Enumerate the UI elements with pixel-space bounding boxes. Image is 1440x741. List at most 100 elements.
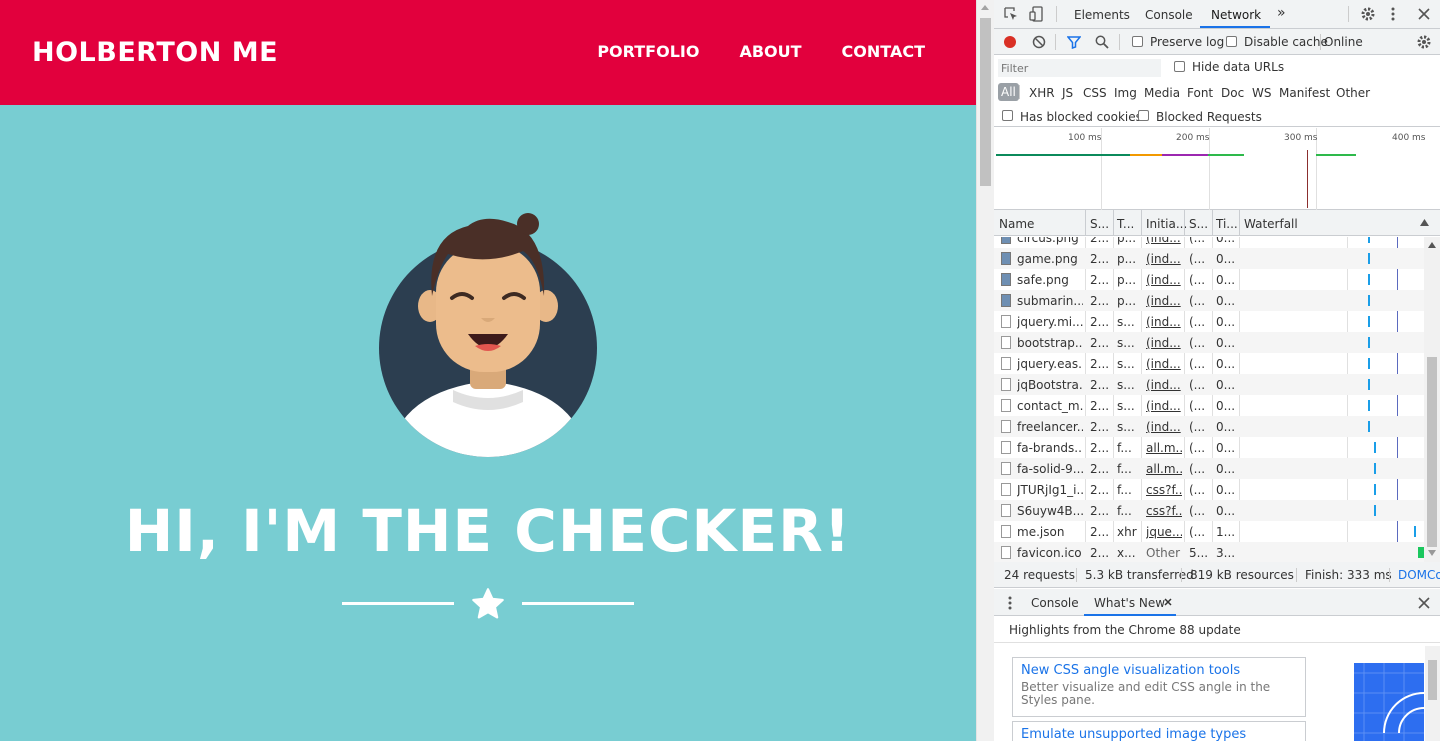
request-row[interactable]: safe.png 2... p... (ind... (... 0... [994,269,1424,290]
scroll-up-arrow-icon[interactable] [981,5,989,10]
clear-icon[interactable] [1032,35,1046,49]
search-icon[interactable] [1095,35,1109,49]
close-drawer-icon[interactable] [1418,597,1430,609]
request-row[interactable]: S6uyw4B... 2... f... css?f... (... 0... [994,500,1424,521]
nav-link-portfolio[interactable]: PORTFOLIO [597,42,699,61]
request-initiator[interactable]: css?f... [1146,483,1182,497]
whats-new-card[interactable]: New CSS angle visualization tools Better… [1012,657,1306,717]
col-time[interactable]: Ti... [1216,217,1238,231]
request-initiator[interactable]: jque... [1146,525,1182,539]
tab-elements[interactable]: Elements [1074,8,1130,22]
type-filter-media[interactable]: Media [1144,86,1180,100]
type-filter-all[interactable]: All [998,83,1019,101]
request-row[interactable]: jquery.eas... 2... s... (ind... (... 0... [994,353,1424,374]
request-name[interactable]: freelancer.... [1017,420,1083,434]
request-initiator[interactable]: (ind... [1146,399,1182,413]
request-row[interactable]: me.json 2... xhr jque... (... 1... [994,521,1424,542]
timeline-overview[interactable]: 100 ms 200 ms 300 ms 400 ms [994,128,1440,210]
settings-gear-icon[interactable] [1360,6,1376,22]
request-row[interactable]: fa-brands... 2... f... all.m... (... 0... [994,437,1424,458]
page-scrollbar[interactable] [976,0,994,741]
scroll-down-arrow-icon[interactable] [1428,550,1436,556]
drawer-menu-icon[interactable] [1008,596,1012,610]
request-initiator[interactable]: (ind... [1146,336,1182,350]
type-filter-ws[interactable]: WS [1252,86,1271,100]
request-row[interactable]: fa-solid-9... 2... f... all.m... (... 0... [994,458,1424,479]
request-row[interactable]: game.png 2... p... (ind... (... 0... [994,248,1424,269]
requests-scrollbar[interactable] [1424,237,1440,562]
request-initiator[interactable]: css?f... [1146,504,1182,518]
request-row[interactable]: freelancer.... 2... s... (ind... (... 0... [994,416,1424,437]
request-name[interactable]: submarin... [1017,294,1083,308]
col-waterfall[interactable]: Waterfall [1244,217,1298,231]
request-name[interactable]: jquery.eas... [1017,357,1083,371]
request-name[interactable]: favicon.ico [1017,546,1083,560]
request-initiator[interactable]: (ind... [1146,294,1182,308]
type-filter-js[interactable]: JS [1062,86,1073,100]
request-name[interactable]: safe.png [1017,273,1083,287]
request-initiator[interactable]: Other [1146,546,1182,560]
whats-new-scrollbar[interactable] [1425,646,1440,741]
type-filter-font[interactable]: Font [1187,86,1213,100]
filter-input[interactable] [998,59,1161,77]
tab-network[interactable]: Network [1211,8,1261,22]
request-initiator[interactable]: (ind... [1146,357,1182,371]
close-tab-icon[interactable] [1164,598,1172,606]
request-name[interactable]: game.png [1017,252,1083,266]
throttling-select[interactable]: Online [1324,35,1363,49]
close-devtools-icon[interactable] [1418,8,1430,20]
request-row[interactable]: contact_m... 2... s... (ind... (... 0... [994,395,1424,416]
page-scrollbar-thumb[interactable] [980,18,991,186]
request-initiator[interactable]: (ind... [1146,252,1182,266]
request-name[interactable]: fa-brands... [1017,441,1083,455]
hide-data-urls-checkbox[interactable] [1174,61,1185,72]
request-row[interactable]: JTURjIg1_i... 2... f... css?f... (... 0... [994,479,1424,500]
request-initiator[interactable]: (ind... [1146,315,1182,329]
col-name[interactable]: Name [999,217,1034,231]
whats-new-scrollbar-thumb[interactable] [1428,660,1437,700]
col-initiator[interactable]: Initia... [1146,217,1187,231]
scroll-up-arrow-icon[interactable] [1428,242,1436,248]
request-initiator[interactable]: (ind... [1146,378,1182,392]
type-filter-doc[interactable]: Doc [1221,86,1244,100]
request-row[interactable]: favicon.ico 2... x... Other 5... 3... [994,542,1424,562]
request-initiator[interactable]: (ind... [1146,237,1182,245]
blocked-requests-checkbox[interactable] [1138,110,1149,121]
request-initiator[interactable]: (ind... [1146,273,1182,287]
requests-scrollbar-thumb[interactable] [1427,357,1437,547]
preserve-log-checkbox[interactable] [1132,36,1143,47]
request-row[interactable]: bootstrap.... 2... s... (ind... (... 0... [994,332,1424,353]
drawer-tab-console[interactable]: Console [1031,596,1079,610]
nav-link-contact[interactable]: CONTACT [842,42,925,61]
request-row[interactable]: submarin... 2... p... (ind... (... 0... [994,290,1424,311]
type-filter-xhr[interactable]: XHR [1029,86,1055,100]
request-name[interactable]: circus.png [1017,237,1083,245]
kebab-menu-icon[interactable] [1391,7,1395,21]
device-toolbar-icon[interactable] [1029,6,1043,22]
disable-cache-checkbox[interactable] [1226,36,1237,47]
request-initiator[interactable]: (ind... [1146,420,1182,434]
nav-link-about[interactable]: ABOUT [739,42,801,61]
col-type[interactable]: T... [1117,217,1134,231]
filter-funnel-icon[interactable] [1067,35,1081,49]
tab-console[interactable]: Console [1145,8,1193,22]
more-tabs-icon[interactable]: » [1277,5,1286,21]
type-filter-css[interactable]: CSS [1083,86,1107,100]
request-name[interactable]: S6uyw4B... [1017,504,1083,518]
request-initiator[interactable]: all.m... [1146,441,1182,455]
request-name[interactable]: jquery.mi... [1017,315,1083,329]
type-filter-manifest[interactable]: Manifest [1279,86,1330,100]
request-row[interactable]: jqBootstra... 2... s... (ind... (... 0... [994,374,1424,395]
type-filter-other[interactable]: Other [1336,86,1370,100]
drawer-tab-whats-new[interactable]: What's New [1094,596,1165,610]
col-status[interactable]: S... [1090,217,1109,231]
type-filter-img[interactable]: Img [1114,86,1137,100]
inspect-element-icon[interactable] [1004,7,1018,21]
network-settings-gear-icon[interactable] [1416,34,1432,50]
col-size[interactable]: S... [1189,217,1208,231]
request-name[interactable]: me.json [1017,525,1083,539]
request-name[interactable]: jqBootstra... [1017,378,1083,392]
request-initiator[interactable]: all.m... [1146,462,1182,476]
request-name[interactable]: fa-solid-9... [1017,462,1083,476]
sort-ascending-icon[interactable] [1420,219,1429,226]
